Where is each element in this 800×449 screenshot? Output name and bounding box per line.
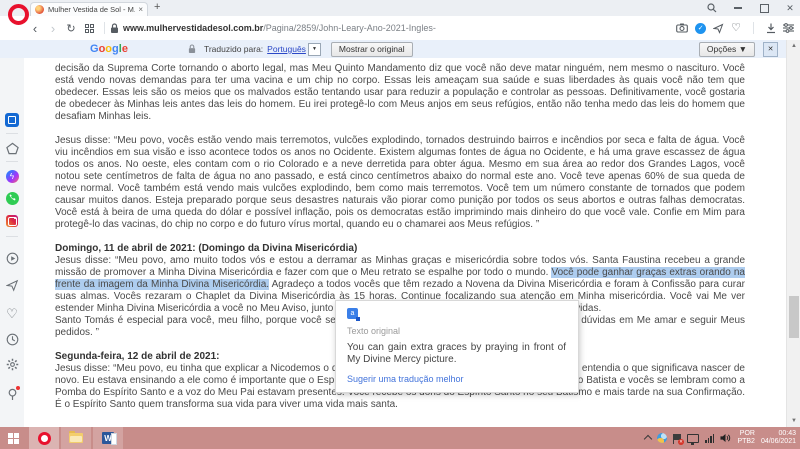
address-badge-icon[interactable]: ✓ [695,23,706,34]
speed-dial-grid-icon[interactable] [85,24,94,33]
taskbar-word-icon[interactable]: W [93,427,123,449]
lock-icon[interactable] [110,23,119,34]
tab-close-icon[interactable]: × [138,5,143,14]
sidebar-settings-icon[interactable] [5,357,19,371]
translate-bar-close-icon[interactable]: ✕ [763,42,778,57]
google-translate-icon: a [347,308,358,319]
show-original-button[interactable]: Mostrar o original [331,42,413,57]
suggest-translation-link[interactable]: Sugerir uma tradução melhor [347,374,566,384]
windows-taskbar: W ✕ PORPTB2 00:4304/06/2021 [0,427,800,449]
sidebar-whatsapp-icon[interactable] [5,191,19,205]
sidebar-home-icon[interactable] [5,141,19,155]
divider [753,22,754,34]
sidebar-messenger-icon[interactable]: ϟ [5,169,19,183]
page-scrollbar[interactable]: ▲ ▼ [786,40,800,427]
language-dropdown[interactable]: ▼ [308,43,321,56]
translated-to-label: Traduzido para: [204,44,263,54]
download-icon[interactable] [766,23,776,34]
translate-lock-icon [188,44,196,54]
tray-volume-icon[interactable] [720,433,731,443]
options-button[interactable]: Opções ▼ [699,42,755,57]
sidebar-player-icon[interactable] [5,251,19,265]
start-button[interactable] [0,427,27,449]
tray-hidden-icons-icon[interactable] [644,435,652,443]
sidebar-speed-dial-icon[interactable] [5,113,19,127]
window-search-icon[interactable] [706,2,718,14]
forward-icon[interactable]: › [44,21,62,36]
browser-tab[interactable]: Mulher Vestida de Sol - M... × [30,2,148,16]
date-heading: Domingo, 11 de abril de 2021: (Domingo d… [55,243,745,255]
tray-network-signal-icon[interactable] [705,434,714,443]
scroll-up-icon[interactable]: ▲ [787,43,800,49]
sidebar-pinboards-icon[interactable] [5,387,19,401]
sidebar-instagram-icon[interactable] [5,214,19,228]
sidebar-my-flow-icon[interactable] [5,278,19,292]
tab-strip: Mulher Vestida de Sol - M... × + ✕ [0,0,800,17]
scroll-down-icon[interactable]: ▼ [787,418,800,424]
my-flow-icon[interactable] [713,23,724,34]
minimize-button[interactable] [732,2,744,14]
tray-monitor-icon[interactable] [687,434,699,443]
reload-icon[interactable]: ↻ [62,22,80,35]
taskbar-explorer-icon[interactable] [61,427,91,449]
original-text: You can gain extra graces by praying in … [347,342,566,366]
sidebar-bookmarks-icon[interactable]: ♡ [5,307,19,321]
site-favicon [35,5,44,14]
url-text[interactable]: www.mulhervestidadesol.com.br/Pagina/285… [123,23,436,33]
address-bar: ‹ › ↻ www.mulhervestidadesol.com.br/Pagi… [0,16,800,41]
tray-weather-icon[interactable] [657,433,667,443]
paragraph: decisão da Suprema Corte tornando o abor… [55,63,745,123]
google-logo: Google [90,43,128,55]
opera-menu-button[interactable] [8,4,29,25]
bookmark-heart-icon[interactable]: ♡ [731,23,741,34]
translate-bar: Google Traduzido para: Português ▼ Mostr… [0,40,786,59]
language-link[interactable]: Português [267,44,306,54]
tune-settings-icon[interactable] [783,23,794,33]
taskbar-opera-icon[interactable] [29,427,59,449]
paragraph: Jesus disse: “Meu povo, vocês estão vend… [55,135,745,231]
system-tray: ✕ PORPTB2 00:4304/06/2021 [645,427,800,449]
back-icon[interactable]: ‹ [26,21,44,36]
sidebar-history-icon[interactable] [5,332,19,346]
opera-sidebar: ϟ ♡ ••• [0,58,25,427]
translate-tooltip: a Texto original You can gain extra grac… [335,300,579,393]
maximize-button[interactable] [758,2,770,14]
new-tab-button[interactable]: + [154,1,160,13]
original-text-label: Texto original [347,326,566,336]
tray-security-flag-icon[interactable]: ✕ [673,434,681,440]
tab-title: Mulher Vestida de Sol - M... [48,5,135,14]
close-button[interactable]: ✕ [784,2,796,14]
clock[interactable]: 00:4304/06/2021 [761,430,796,446]
language-indicator[interactable]: PORPTB2 [737,430,755,446]
divider [104,22,105,34]
browser-window: Mulher Vestida de Sol - M... × + ✕ ‹ › ↻… [0,0,800,449]
scrollbar-thumb[interactable] [789,296,799,338]
snapshot-camera-icon[interactable] [676,23,688,33]
